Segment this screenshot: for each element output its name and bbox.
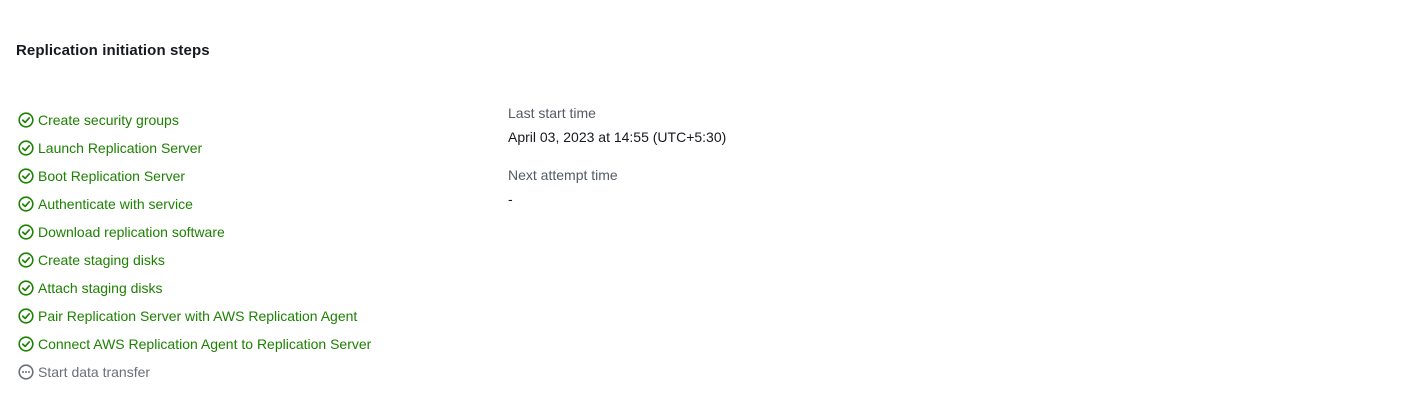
replication-steps-list: Create security groups Launch Replicatio… — [18, 106, 371, 386]
step-item: Start data transfer — [18, 358, 371, 386]
step-item: Attach staging disks — [18, 274, 371, 302]
last-start-time-label: Last start time — [508, 105, 596, 121]
check-circle-icon — [18, 336, 34, 352]
check-circle-icon — [18, 252, 34, 268]
step-item: Authenticate with service — [18, 190, 371, 218]
replication-details: Last start time April 03, 2023 at 14:55 … — [508, 104, 726, 228]
check-circle-icon — [18, 168, 34, 184]
step-item: Pair Replication Server with AWS Replica… — [18, 302, 371, 330]
last-start-time: Last start time April 03, 2023 at 14:55 … — [508, 104, 726, 146]
step-label: Connect AWS Replication Agent to Replica… — [38, 336, 372, 352]
step-label: Authenticate with service — [38, 196, 193, 212]
check-circle-icon — [18, 280, 34, 296]
step-item: Connect AWS Replication Agent to Replica… — [18, 330, 371, 358]
section-title: Replication initiation steps — [16, 42, 210, 59]
next-attempt-time: Next attempt time - — [508, 166, 726, 208]
step-label: Create security groups — [38, 112, 179, 128]
check-circle-icon — [18, 224, 34, 240]
step-item: Create staging disks — [18, 246, 371, 274]
step-label: Pair Replication Server with AWS Replica… — [38, 308, 358, 324]
last-start-time-value: April 03, 2023 at 14:55 (UTC+5:30) — [508, 129, 727, 145]
next-attempt-time-label: Next attempt time — [508, 167, 618, 183]
step-label: Create staging disks — [38, 252, 165, 268]
check-circle-icon — [18, 308, 34, 324]
step-item: Boot Replication Server — [18, 162, 371, 190]
step-label: Boot Replication Server — [38, 168, 186, 184]
check-circle-icon — [18, 140, 34, 156]
step-item: Create security groups — [18, 106, 371, 134]
check-circle-icon — [18, 112, 34, 128]
step-label: Start data transfer — [38, 364, 151, 380]
check-circle-icon — [18, 196, 34, 212]
step-item: Launch Replication Server — [18, 134, 371, 162]
next-attempt-time-value: - — [508, 191, 513, 207]
ellipsis-circle-icon — [18, 364, 34, 380]
step-item: Download replication software — [18, 218, 371, 246]
step-label: Download replication software — [38, 224, 225, 240]
step-label: Launch Replication Server — [38, 140, 203, 156]
step-label: Attach staging disks — [38, 280, 163, 296]
